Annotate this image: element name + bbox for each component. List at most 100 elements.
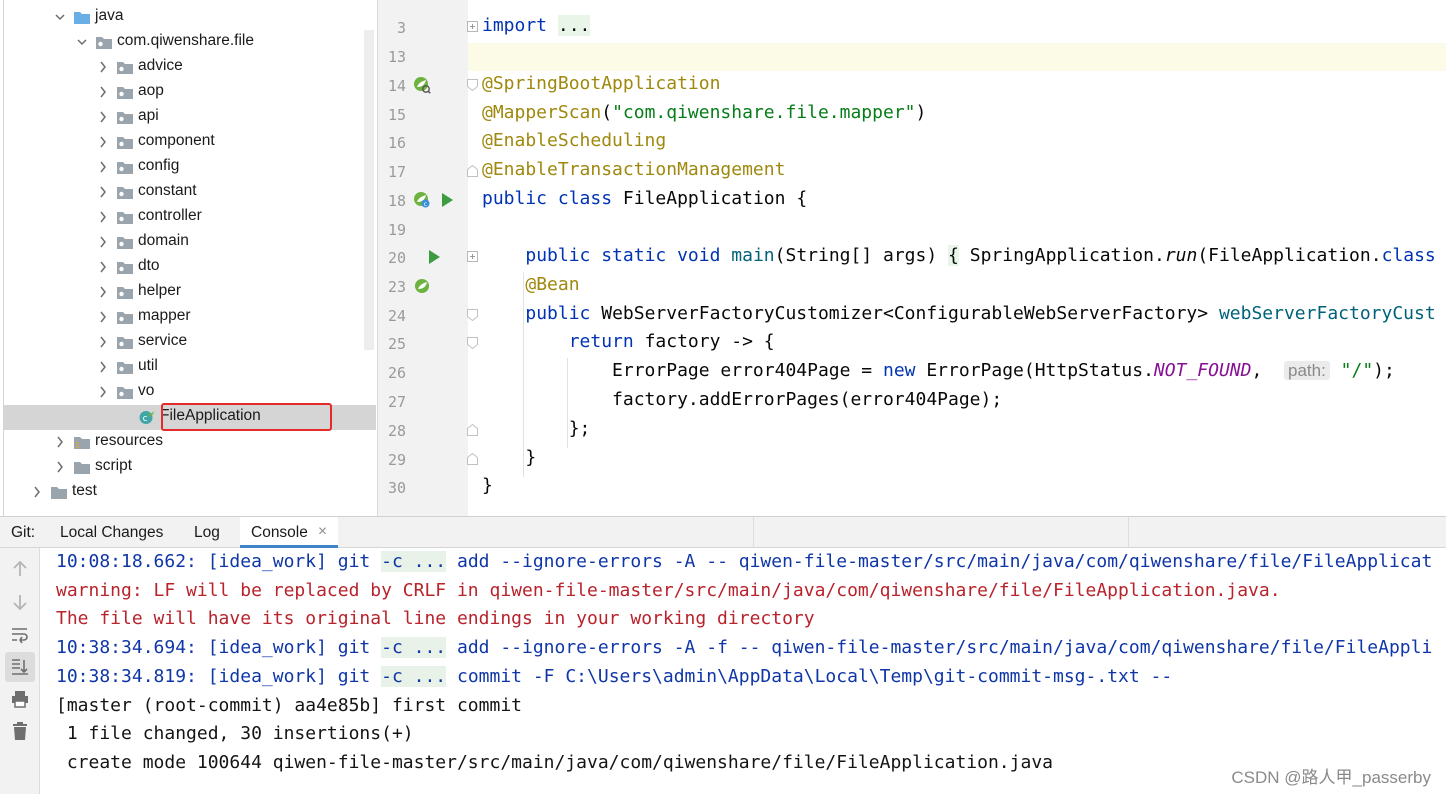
code-token: WebServerFactoryCustomizer<ConfigurableW…: [601, 303, 1209, 324]
chevron-down-icon[interactable]: [55, 10, 65, 24]
tree-node-api[interactable]: api: [4, 105, 376, 130]
scroll-to-end-icon[interactable]: [9, 656, 31, 678]
spring-boot-run-icon[interactable]: c: [413, 191, 431, 209]
spring-bean-icon[interactable]: [413, 277, 431, 295]
console-output-line: [master (root-commit) aa4e85b] first com…: [56, 695, 522, 716]
close-tab-icon[interactable]: ×: [318, 523, 327, 541]
fold-plus-icon[interactable]: [467, 251, 478, 263]
fold-plus-icon[interactable]: [467, 21, 478, 33]
line-number: 13: [387, 48, 406, 66]
spring-bean-icon[interactable]: [413, 76, 431, 94]
fold-marker-icon[interactable]: [467, 309, 478, 321]
chevron-down-icon[interactable]: [77, 35, 87, 49]
chevron-right-icon[interactable]: [98, 85, 108, 99]
console-text: add --ignore-errors -A -f -- qiwen-file-…: [446, 637, 1433, 658]
folded-imports[interactable]: ...: [557, 15, 591, 36]
chevron-right-icon[interactable]: [98, 285, 108, 299]
tree-node-label: util: [138, 357, 158, 374]
fold-marker-icon[interactable]: [467, 79, 478, 91]
tree-node-vo[interactable]: vo: [4, 380, 376, 405]
tree-node-label: resources: [95, 432, 164, 449]
chevron-right-icon[interactable]: [98, 360, 108, 374]
git-console-output[interactable]: 10:08:18.662: [idea_work] git -c ... add…: [41, 548, 1446, 794]
chevron-right-icon[interactable]: [98, 160, 108, 174]
tree-node-domain[interactable]: domain: [4, 230, 376, 255]
code-editor[interactable]: 3 import ... 13 14 @SpringBootApplicatio…: [377, 0, 1446, 516]
code-token: main: [731, 245, 775, 266]
selection-highlight-box: [161, 403, 332, 431]
print-icon[interactable]: [9, 688, 31, 710]
tree-node-resources[interactable]: resources: [4, 430, 376, 455]
chevron-right-icon[interactable]: [55, 460, 65, 474]
fold-marker-icon[interactable]: [467, 453, 478, 465]
run-gutter-icon[interactable]: [425, 248, 443, 266]
code-token: "com.qiwenshare.file.mapper": [612, 102, 916, 123]
chevron-right-icon[interactable]: [98, 135, 108, 149]
tree-node-helper[interactable]: helper: [4, 280, 376, 305]
code-token: public: [482, 188, 548, 209]
tree-node-aop[interactable]: aop: [4, 80, 376, 105]
arrow-up-icon[interactable]: [9, 558, 31, 580]
chevron-right-icon[interactable]: [98, 335, 108, 349]
chevron-right-icon[interactable]: [32, 485, 42, 499]
chevron-right-icon[interactable]: [98, 385, 108, 399]
tree-node-java[interactable]: java: [4, 5, 376, 30]
code-line-29: 29 }: [378, 445, 1446, 474]
tree-node-label: component: [138, 132, 215, 149]
tab-local-changes[interactable]: Local Changes: [60, 524, 163, 542]
fold-marker-icon[interactable]: [467, 424, 478, 436]
code-token: @EnableTransactionManagement: [482, 159, 786, 180]
code-line-17: 17 @EnableTransactionManagement: [378, 157, 1446, 186]
tree-node-config[interactable]: config: [4, 155, 376, 180]
line-number: 30: [387, 479, 406, 497]
fold-marker-icon[interactable]: [467, 165, 478, 177]
line-number: 27: [387, 393, 406, 411]
chevron-right-icon[interactable]: [98, 210, 108, 224]
folded-method-body[interactable]: {: [948, 245, 959, 266]
tree-node-advice[interactable]: advice: [4, 55, 376, 80]
tree-node-label: com.qiwenshare.file: [117, 32, 254, 49]
tree-node-component[interactable]: component: [4, 130, 376, 155]
tree-node-label: aop: [138, 82, 164, 99]
tree-node-script[interactable]: script: [4, 455, 376, 480]
chevron-right-icon[interactable]: [98, 235, 108, 249]
svg-text:c: c: [143, 414, 148, 424]
tree-node-service[interactable]: service: [4, 330, 376, 355]
tree-node-label: mapper: [138, 307, 191, 324]
tree-node-controller[interactable]: controller: [4, 205, 376, 230]
tree-node-mapper[interactable]: mapper: [4, 305, 376, 330]
chevron-right-icon[interactable]: [55, 435, 65, 449]
folder-icon: [74, 462, 90, 474]
chevron-right-icon[interactable]: [98, 260, 108, 274]
console-line: 10:38:34.694: [idea_work] git -c ... add…: [56, 637, 1432, 658]
code-line-13: 13: [378, 42, 1446, 71]
tree-node-com-qiwenshare-file[interactable]: com.qiwenshare.file: [4, 30, 376, 55]
code-token: ,: [1251, 360, 1263, 381]
run-gutter-icon[interactable]: [438, 191, 456, 209]
code-token: (FileApplication.: [1197, 245, 1382, 266]
chevron-right-icon[interactable]: [98, 185, 108, 199]
tree-node-dto[interactable]: dto: [4, 255, 376, 280]
code-token: SpringApplication.: [969, 245, 1165, 266]
fold-marker-icon[interactable]: [467, 337, 478, 349]
chevron-right-icon[interactable]: [98, 310, 108, 324]
arrow-down-icon[interactable]: [9, 591, 31, 613]
code-line-14: 14 @SpringBootApplication: [378, 71, 1446, 100]
tab-log[interactable]: Log: [194, 524, 220, 542]
soft-wrap-icon[interactable]: [9, 624, 31, 646]
console-output-line: create mode 100644 qiwen-file-master/src…: [56, 752, 1053, 773]
tab-console[interactable]: Console: [251, 524, 308, 542]
code-token: run: [1164, 245, 1198, 266]
line-number: 14: [387, 77, 406, 95]
parameter-hint: path:: [1284, 361, 1330, 380]
toolbar-separator: [753, 517, 754, 548]
trash-icon[interactable]: [9, 720, 31, 742]
code-token: "/": [1340, 360, 1374, 381]
package-icon: [117, 237, 133, 249]
tree-scrollbar[interactable]: [364, 30, 374, 350]
tree-node-constant[interactable]: constant: [4, 180, 376, 205]
chevron-right-icon[interactable]: [98, 110, 108, 124]
chevron-right-icon[interactable]: [98, 60, 108, 74]
tree-node-util[interactable]: util: [4, 355, 376, 380]
tree-node-test[interactable]: test: [4, 480, 376, 505]
